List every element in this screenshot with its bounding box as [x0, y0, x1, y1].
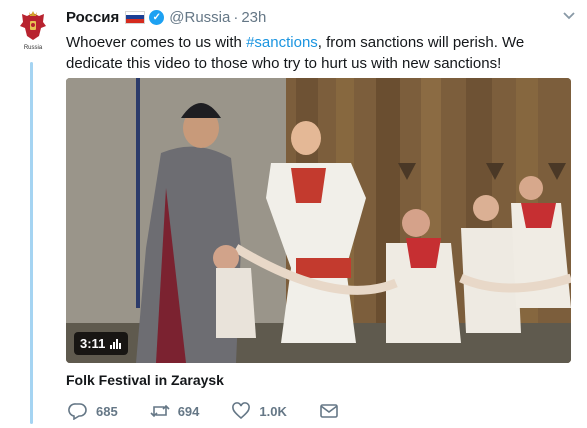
coat-of-arms-icon	[20, 11, 46, 40]
timestamp[interactable]: 23h	[241, 9, 266, 26]
direct-message-button[interactable]	[319, 402, 347, 420]
reply-icon	[68, 403, 87, 420]
verified-badge-icon: ✓	[149, 9, 165, 25]
avatar-caption: Russia	[23, 45, 43, 51]
like-button[interactable]: 1.0K	[231, 402, 287, 420]
retweet-count: 694	[177, 403, 200, 419]
heart-icon	[232, 402, 251, 420]
tweet-header: Россия ✓ @Russia · 23h	[66, 6, 576, 28]
avatar-column: Russia	[16, 10, 50, 56]
reply-button[interactable]: 685	[68, 402, 118, 420]
tweet-content: Россия ✓ @Russia · 23h Whoever comes to …	[66, 6, 576, 420]
tweet-text: Whoever comes to us with #sanctions, fro…	[66, 32, 571, 74]
display-name[interactable]: Россия	[66, 9, 119, 26]
tweet-text-start: Whoever comes to us with	[66, 34, 247, 51]
retweet-icon	[150, 404, 170, 418]
video-thumbnail	[66, 78, 571, 363]
russian-flag-icon	[125, 10, 146, 24]
video-player[interactable]: 3:11	[66, 78, 571, 363]
separator-dot: ·	[233, 8, 239, 26]
video-duration-badge: 3:11	[74, 332, 129, 355]
avatar[interactable]: Russia	[16, 10, 50, 56]
handle[interactable]: @Russia	[169, 9, 230, 26]
tweet-actions: 685 694 1.0K	[68, 402, 379, 420]
tweet[interactable]: Russia Россия ✓ @Russia · 23h Whoever co…	[0, 0, 587, 428]
thread-line	[30, 62, 33, 424]
like-count: 1.0K	[259, 403, 287, 419]
hashtag-link[interactable]: #sanctions	[246, 34, 318, 51]
audio-bars-icon	[110, 338, 122, 349]
reply-count: 685	[96, 403, 118, 419]
retweet-button[interactable]: 694	[150, 402, 200, 420]
video-duration: 3:11	[80, 336, 106, 351]
chevron-down-icon[interactable]	[562, 10, 576, 22]
video-title[interactable]: Folk Festival in Zaraysk	[66, 372, 224, 388]
envelope-icon	[320, 404, 338, 418]
